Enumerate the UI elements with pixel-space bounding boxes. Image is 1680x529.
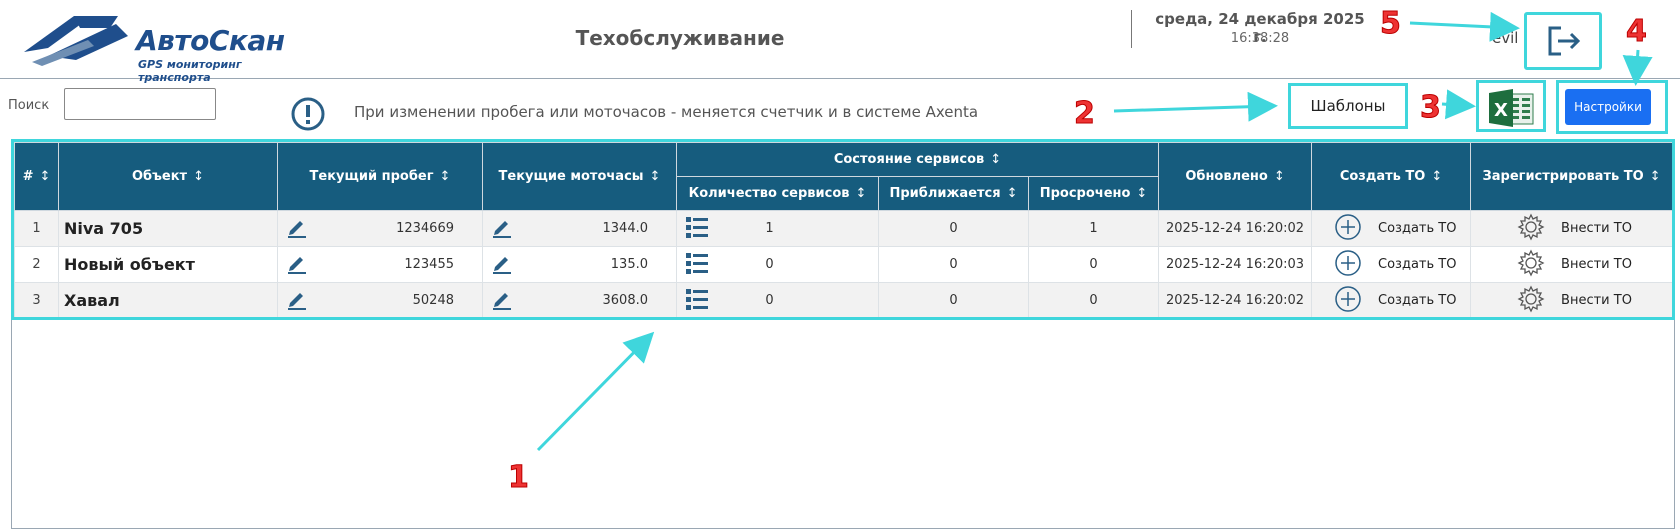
annotation-arrow-3 bbox=[1441, 89, 1476, 120]
annotation-arrow-1 bbox=[536, 331, 655, 452]
annotation-arrow-4 bbox=[1622, 49, 1653, 86]
annotation-label-1: 1 bbox=[508, 460, 530, 496]
annotation-arrow-5 bbox=[1409, 11, 1520, 42]
annotation-label-3: 3 bbox=[1420, 90, 1442, 126]
annotation-arrow-2 bbox=[1113, 91, 1278, 122]
annotation-arrows bbox=[536, 11, 1653, 452]
annotation-label-2: 2 bbox=[1074, 96, 1096, 132]
annotation-label-4: 4 bbox=[1626, 14, 1648, 50]
annotation-label-5: 5 bbox=[1380, 6, 1402, 42]
